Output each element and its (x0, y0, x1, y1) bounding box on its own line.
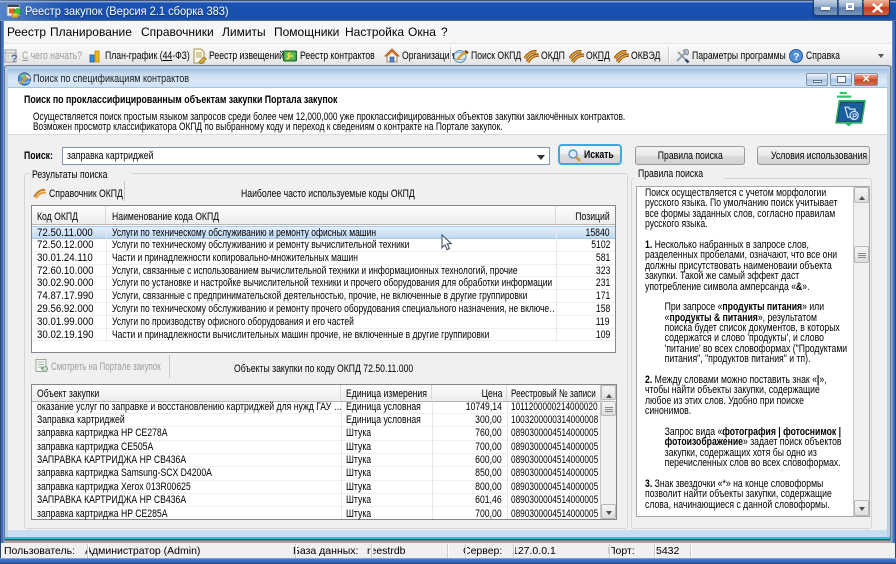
svg-text:?: ? (793, 52, 799, 63)
svg-text:P: P (852, 112, 857, 121)
svg-text:?: ? (11, 53, 18, 64)
